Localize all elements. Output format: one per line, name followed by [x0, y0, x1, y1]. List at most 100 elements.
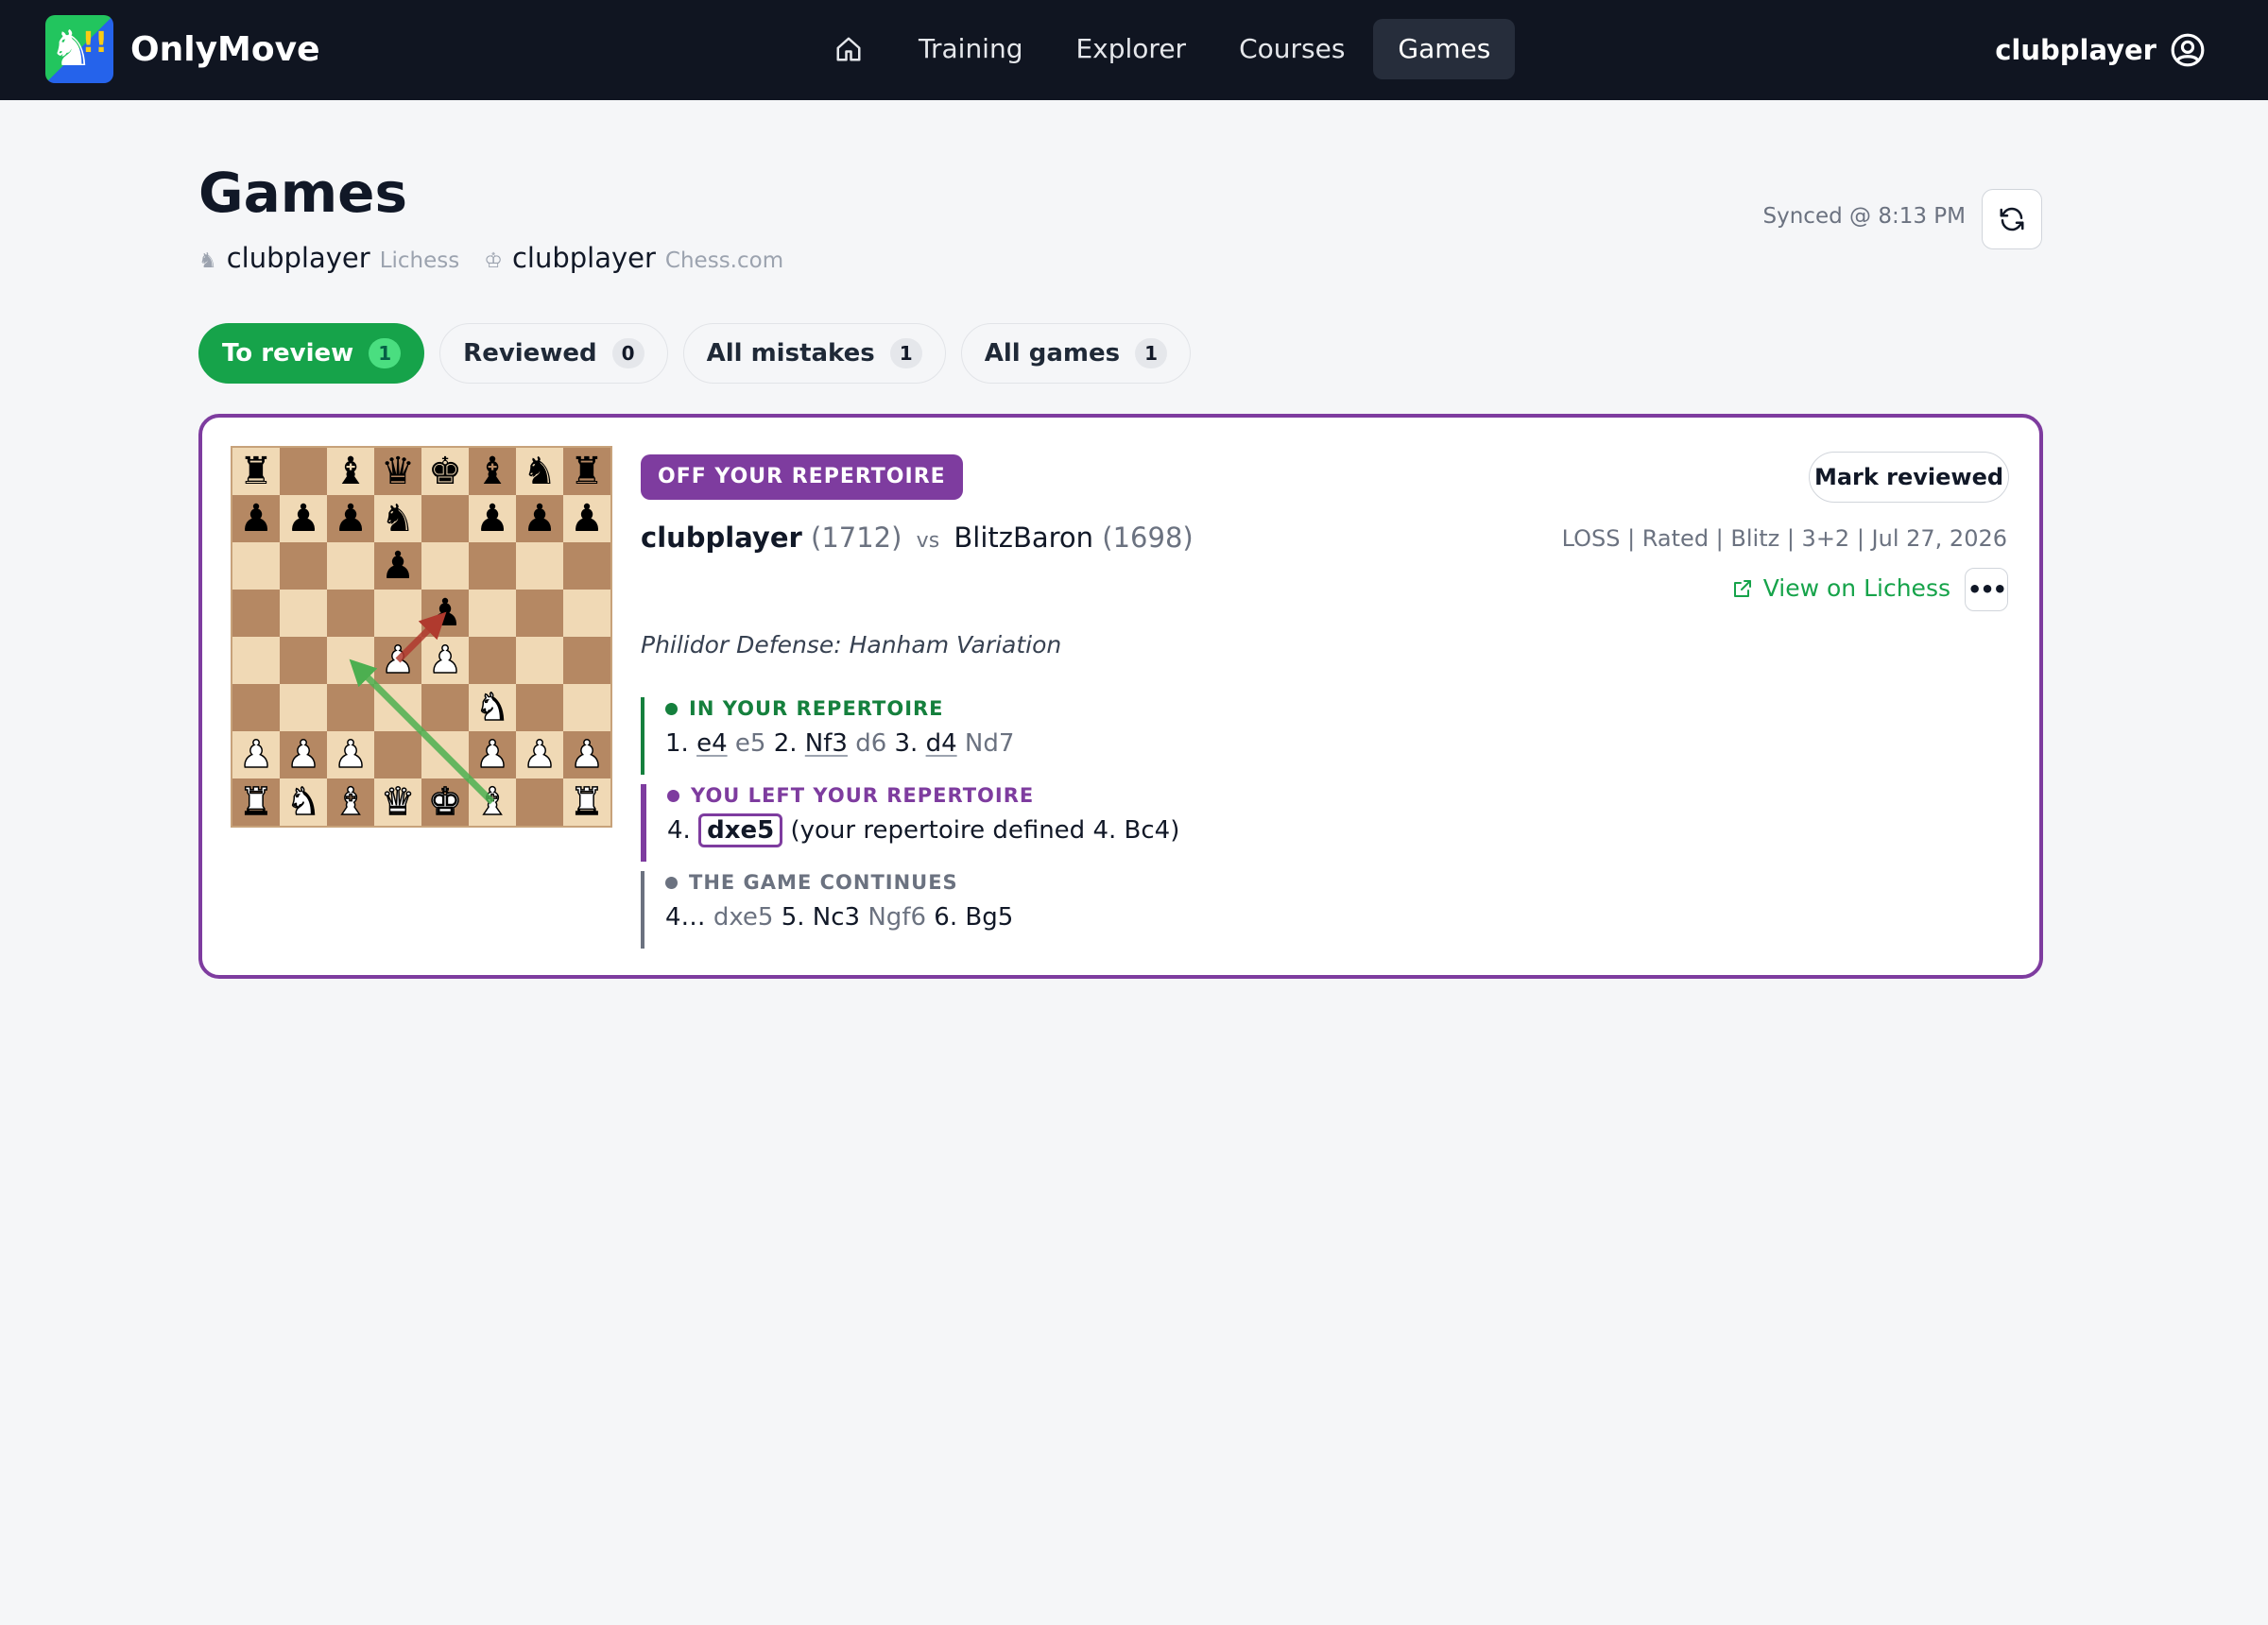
nav-games[interactable]: Games	[1373, 19, 1516, 79]
black-pawn-piece[interactable]: ♟	[428, 590, 462, 637]
black-rook-piece[interactable]: ♜	[239, 448, 273, 495]
black-pawn-piece[interactable]: ♟	[475, 495, 509, 542]
white-pawn-piece[interactable]: ♟	[238, 731, 273, 778]
brand[interactable]: ♞ !! OnlyMove	[45, 15, 319, 83]
white-pawn-piece[interactable]: ♟	[285, 731, 320, 778]
tab-all-mistakes[interactable]: All mistakes 1	[682, 323, 946, 384]
board-square[interactable]: ♟	[327, 495, 374, 542]
board-square[interactable]	[327, 590, 374, 637]
board-square[interactable]: ♟	[280, 731, 327, 778]
board-square[interactable]	[280, 684, 327, 731]
white-rook-piece[interactable]: ♜	[238, 778, 273, 826]
black-bishop-piece[interactable]: ♝	[334, 448, 368, 495]
black-bishop-piece[interactable]: ♝	[475, 448, 509, 495]
board-square[interactable]	[469, 590, 516, 637]
nav-explorer[interactable]: Explorer	[1051, 19, 1211, 79]
played-move[interactable]: dxe5	[698, 813, 783, 847]
board-square[interactable]: ♜	[563, 448, 610, 495]
white-rook-piece[interactable]: ♜	[569, 778, 604, 826]
white-knight-piece[interactable]: ♞	[285, 778, 320, 826]
move[interactable]: e4	[696, 729, 728, 758]
black-pawn-piece[interactable]: ♟	[239, 495, 273, 542]
move[interactable]: d4	[926, 729, 957, 758]
board-square[interactable]	[232, 590, 280, 637]
board-square[interactable]	[516, 684, 563, 731]
move[interactable]: Nf3	[805, 729, 848, 758]
user-menu[interactable]: clubplayer	[1995, 25, 2206, 76]
board-square[interactable]	[232, 542, 280, 590]
white-bishop-piece[interactable]: ♝	[333, 778, 368, 826]
white-knight-piece[interactable]: ♞	[474, 684, 509, 731]
board-square[interactable]: ♚	[421, 448, 469, 495]
black-pawn-piece[interactable]: ♟	[381, 542, 415, 590]
white-pawn-piece[interactable]: ♟	[380, 637, 415, 684]
board-square[interactable]: ♞	[469, 684, 516, 731]
board-square[interactable]: ♜	[563, 778, 610, 826]
nav-courses[interactable]: Courses	[1214, 19, 1369, 79]
mark-reviewed-button[interactable]: Mark reviewed	[1809, 452, 2009, 503]
app-name[interactable]: OnlyMove	[130, 30, 319, 69]
board-square[interactable]: ♟	[421, 590, 469, 637]
tab-reviewed[interactable]: Reviewed 0	[439, 323, 668, 384]
board-square[interactable]: ♟	[280, 495, 327, 542]
white-pawn-piece[interactable]: ♟	[427, 637, 462, 684]
board-square[interactable]	[563, 542, 610, 590]
board-square[interactable]: ♟	[232, 731, 280, 778]
board-square[interactable]	[421, 684, 469, 731]
board-square[interactable]: ♝	[469, 448, 516, 495]
board-square[interactable]	[469, 542, 516, 590]
board-square[interactable]	[327, 637, 374, 684]
white-bishop-piece[interactable]: ♝	[474, 778, 509, 826]
board-square[interactable]	[374, 590, 421, 637]
black-pawn-piece[interactable]: ♟	[570, 495, 604, 542]
board-square[interactable]	[563, 590, 610, 637]
board-square[interactable]	[327, 684, 374, 731]
white-pawn-piece[interactable]: ♟	[333, 731, 368, 778]
board-square[interactable]: ♟	[421, 637, 469, 684]
board-square[interactable]: ♟	[469, 731, 516, 778]
board-square[interactable]	[374, 684, 421, 731]
white-pawn-piece[interactable]: ♟	[522, 731, 557, 778]
tab-all-games[interactable]: All games 1	[960, 323, 1192, 384]
board-square[interactable]: ♟	[374, 637, 421, 684]
board-square[interactable]: ♝	[327, 448, 374, 495]
black-knight-piece[interactable]: ♞	[523, 448, 557, 495]
black-king-piece[interactable]: ♚	[428, 448, 462, 495]
board-square[interactable]: ♞	[374, 495, 421, 542]
board-square[interactable]	[516, 637, 563, 684]
move[interactable]: Nc3	[813, 903, 860, 932]
board-square[interactable]	[516, 542, 563, 590]
board-square[interactable]	[421, 731, 469, 778]
board-square[interactable]	[563, 637, 610, 684]
board-square[interactable]	[327, 542, 374, 590]
more-options-button[interactable]: •••	[1965, 568, 2008, 611]
black-queen-piece[interactable]: ♛	[381, 448, 415, 495]
black-pawn-piece[interactable]: ♟	[334, 495, 368, 542]
black-pawn-piece[interactable]: ♟	[523, 495, 557, 542]
board-square[interactable]: ♟	[469, 495, 516, 542]
white-pawn-piece[interactable]: ♟	[569, 731, 604, 778]
white-king-piece[interactable]: ♚	[427, 778, 462, 826]
move[interactable]: Bg5	[965, 903, 1013, 932]
board-square[interactable]: ♟	[563, 495, 610, 542]
board-square[interactable]	[516, 778, 563, 826]
board-square[interactable]	[421, 542, 469, 590]
board-square[interactable]: ♟	[516, 495, 563, 542]
board-square[interactable]: ♟	[327, 731, 374, 778]
board-square[interactable]: ♞	[516, 448, 563, 495]
chess-board[interactable]: ♜ ♝ ♛ ♚ ♝ ♞ ♜ ♟ ♟ ♟ ♞ ♟ ♟ ♟ ♟ ♟ ♟ ♟ ♞ ♟ ♟ ♟ ♟ ♟ ♟ ♜ ♞ ♝ ♛ ♚ ♝ ♜	[231, 446, 612, 828]
board-square[interactable]: ♟	[232, 495, 280, 542]
move[interactable]: dxe5	[713, 903, 774, 932]
white-queen-piece[interactable]: ♛	[380, 778, 415, 826]
board-square[interactable]: ♛	[374, 778, 421, 826]
board-square[interactable]	[469, 637, 516, 684]
board-square[interactable]	[421, 495, 469, 542]
board-square[interactable]: ♚	[421, 778, 469, 826]
board-square[interactable]	[280, 637, 327, 684]
board-square[interactable]: ♜	[232, 448, 280, 495]
board-square[interactable]: ♞	[280, 778, 327, 826]
user-circle-icon[interactable]	[2170, 32, 2206, 68]
board-square[interactable]	[232, 684, 280, 731]
nav-training[interactable]: Training	[894, 19, 1047, 79]
board-square[interactable]	[280, 590, 327, 637]
